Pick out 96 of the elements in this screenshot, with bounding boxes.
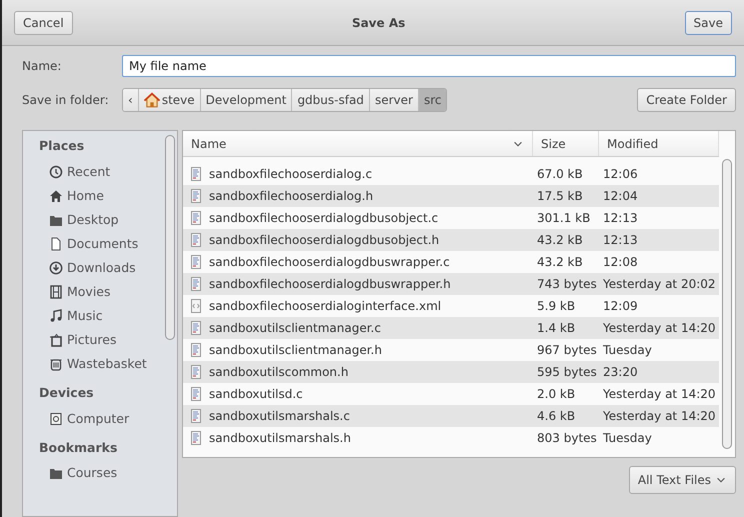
- text-file-icon: [189, 364, 203, 380]
- file-type-dropdown[interactable]: All Text Files: [628, 466, 736, 494]
- sidebar-item[interactable]: Downloads: [23, 256, 177, 280]
- text-file-icon: [189, 408, 203, 424]
- sidebar-item[interactable]: Home: [23, 184, 177, 208]
- file-modified: 12:06: [602, 166, 639, 183]
- create-folder-button[interactable]: Create Folder: [637, 88, 736, 112]
- file-size: 1.4 kB: [536, 320, 576, 337]
- folder-label: Save in folder:: [22, 92, 110, 109]
- file-size: 5.9 kB: [536, 298, 576, 315]
- path-button[interactable]: src: [418, 89, 446, 111]
- document-icon: [49, 236, 63, 251]
- file-size: 43.2 kB: [536, 254, 584, 271]
- file-size: 43.2 kB: [536, 232, 584, 249]
- section-heading: Places: [38, 137, 86, 155]
- text-file-icon: [189, 254, 203, 270]
- text-file-icon: [189, 320, 203, 336]
- file-size: 4.6 kB: [536, 408, 576, 425]
- file-modified: 12:13: [602, 210, 639, 227]
- path-button[interactable]: steve: [138, 89, 201, 111]
- sidebar-item[interactable]: Wastebasket: [23, 352, 177, 376]
- sidebar-item[interactable]: Documents: [23, 232, 177, 256]
- name-label: Name:: [22, 58, 62, 75]
- cancel-button[interactable]: Cancel: [14, 10, 73, 34]
- picture-frame-icon: [49, 332, 63, 347]
- file-name[interactable]: sandboxfilechooserdialogdbusobject.c: [209, 209, 438, 227]
- sidebar-item[interactable]: Recent: [23, 160, 177, 184]
- file-modified: Tuesday: [602, 430, 653, 447]
- text-file-icon: [189, 276, 203, 292]
- text-file-icon: [189, 342, 203, 358]
- file-name[interactable]: sandboxutilsmarshals.c: [209, 407, 350, 425]
- file-modified: 12:04: [602, 188, 639, 205]
- house-icon: [144, 92, 160, 108]
- file-name[interactable]: sandboxfilechooserdialogdbusobject.h: [209, 231, 440, 249]
- section-heading: Devices: [38, 384, 95, 402]
- file-modified: 23:20: [602, 364, 639, 381]
- path-button[interactable]: Development: [200, 89, 292, 111]
- text-file-icon: [189, 386, 203, 402]
- file-size: 743 bytes: [536, 276, 598, 293]
- file-modified: Yesterday at 14:20: [602, 408, 717, 425]
- back-button[interactable]: ‹: [123, 89, 139, 111]
- film-icon: [49, 284, 63, 299]
- file-name[interactable]: sandboxfilechooserdialog.c: [209, 165, 372, 183]
- save-button[interactable]: Save: [684, 10, 732, 34]
- file-size: 17.5 kB: [536, 188, 584, 205]
- sidebar-item[interactable]: Pictures: [23, 328, 177, 352]
- path-button[interactable]: gdbus-sfad: [292, 89, 370, 111]
- text-file-icon: [189, 188, 203, 204]
- file-size: 803 bytes: [536, 430, 598, 447]
- code-file-icon: [189, 298, 203, 314]
- clock-icon: [49, 164, 63, 179]
- column-header[interactable]: Size: [533, 131, 599, 156]
- file-name[interactable]: sandboxfilechooserdialogdbuswrapper.h: [209, 275, 451, 293]
- file-name[interactable]: sandboxfilechooserdialoginterface.xml: [209, 297, 442, 315]
- folder-icon: [49, 466, 63, 480]
- drive-icon: [49, 412, 63, 426]
- file-name[interactable]: sandboxfilechooserdialogdbuswrapper.c: [209, 253, 450, 271]
- text-file-icon: [189, 166, 203, 182]
- file-size: 595 bytes: [536, 364, 598, 381]
- sidebar-item[interactable]: Courses: [23, 461, 177, 486]
- file-modified: Yesterday at 14:20: [602, 320, 717, 337]
- music-note-icon: [49, 308, 63, 323]
- file-name[interactable]: sandboxfilechooserdialog.h: [209, 187, 374, 205]
- text-file-icon: [189, 210, 203, 226]
- file-size: 967 bytes: [536, 342, 598, 359]
- file-name[interactable]: sandboxutilsd.c: [209, 385, 303, 403]
- file-size: 67.0 kB: [536, 166, 584, 183]
- house-icon: [49, 188, 63, 203]
- window-title: Save As: [350, 14, 406, 32]
- file-size: 2.0 kB: [536, 386, 576, 403]
- scrollbar[interactable]: [165, 135, 175, 340]
- file-name[interactable]: sandboxutilsclientmanager.c: [209, 319, 381, 337]
- sidebar-item[interactable]: Desktop: [23, 208, 177, 232]
- sidebar-item[interactable]: Music: [23, 304, 177, 328]
- name-field[interactable]: My file name: [122, 55, 736, 77]
- scrollbar[interactable]: [722, 159, 732, 449]
- file-modified: Tuesday: [602, 342, 653, 359]
- sidebar-item[interactable]: Movies: [23, 280, 177, 304]
- file-modified: Yesterday at 20:02: [602, 276, 717, 293]
- file-size: 301.1 kB: [536, 210, 592, 227]
- file-name[interactable]: sandboxutilsclientmanager.h: [209, 341, 382, 359]
- download-icon: [49, 260, 63, 275]
- section-heading: Bookmarks: [38, 438, 118, 456]
- file-modified: 12:08: [602, 254, 639, 271]
- column-header[interactable]: Name: [183, 131, 533, 156]
- file-modified: 12:13: [602, 232, 639, 249]
- file-name[interactable]: sandboxutilscommon.h: [209, 363, 348, 381]
- path-button[interactable]: server: [370, 89, 419, 111]
- file-modified: Yesterday at 14:20: [602, 386, 717, 403]
- text-file-icon: [189, 232, 203, 248]
- file-modified: 12:09: [602, 298, 639, 315]
- sidebar-item[interactable]: Computer: [23, 406, 177, 430]
- column-header[interactable]: Modified: [599, 131, 719, 156]
- wastebasket-icon: [49, 356, 63, 371]
- text-file-icon: [189, 430, 203, 446]
- file-name[interactable]: sandboxutilsmarshals.h: [209, 429, 351, 447]
